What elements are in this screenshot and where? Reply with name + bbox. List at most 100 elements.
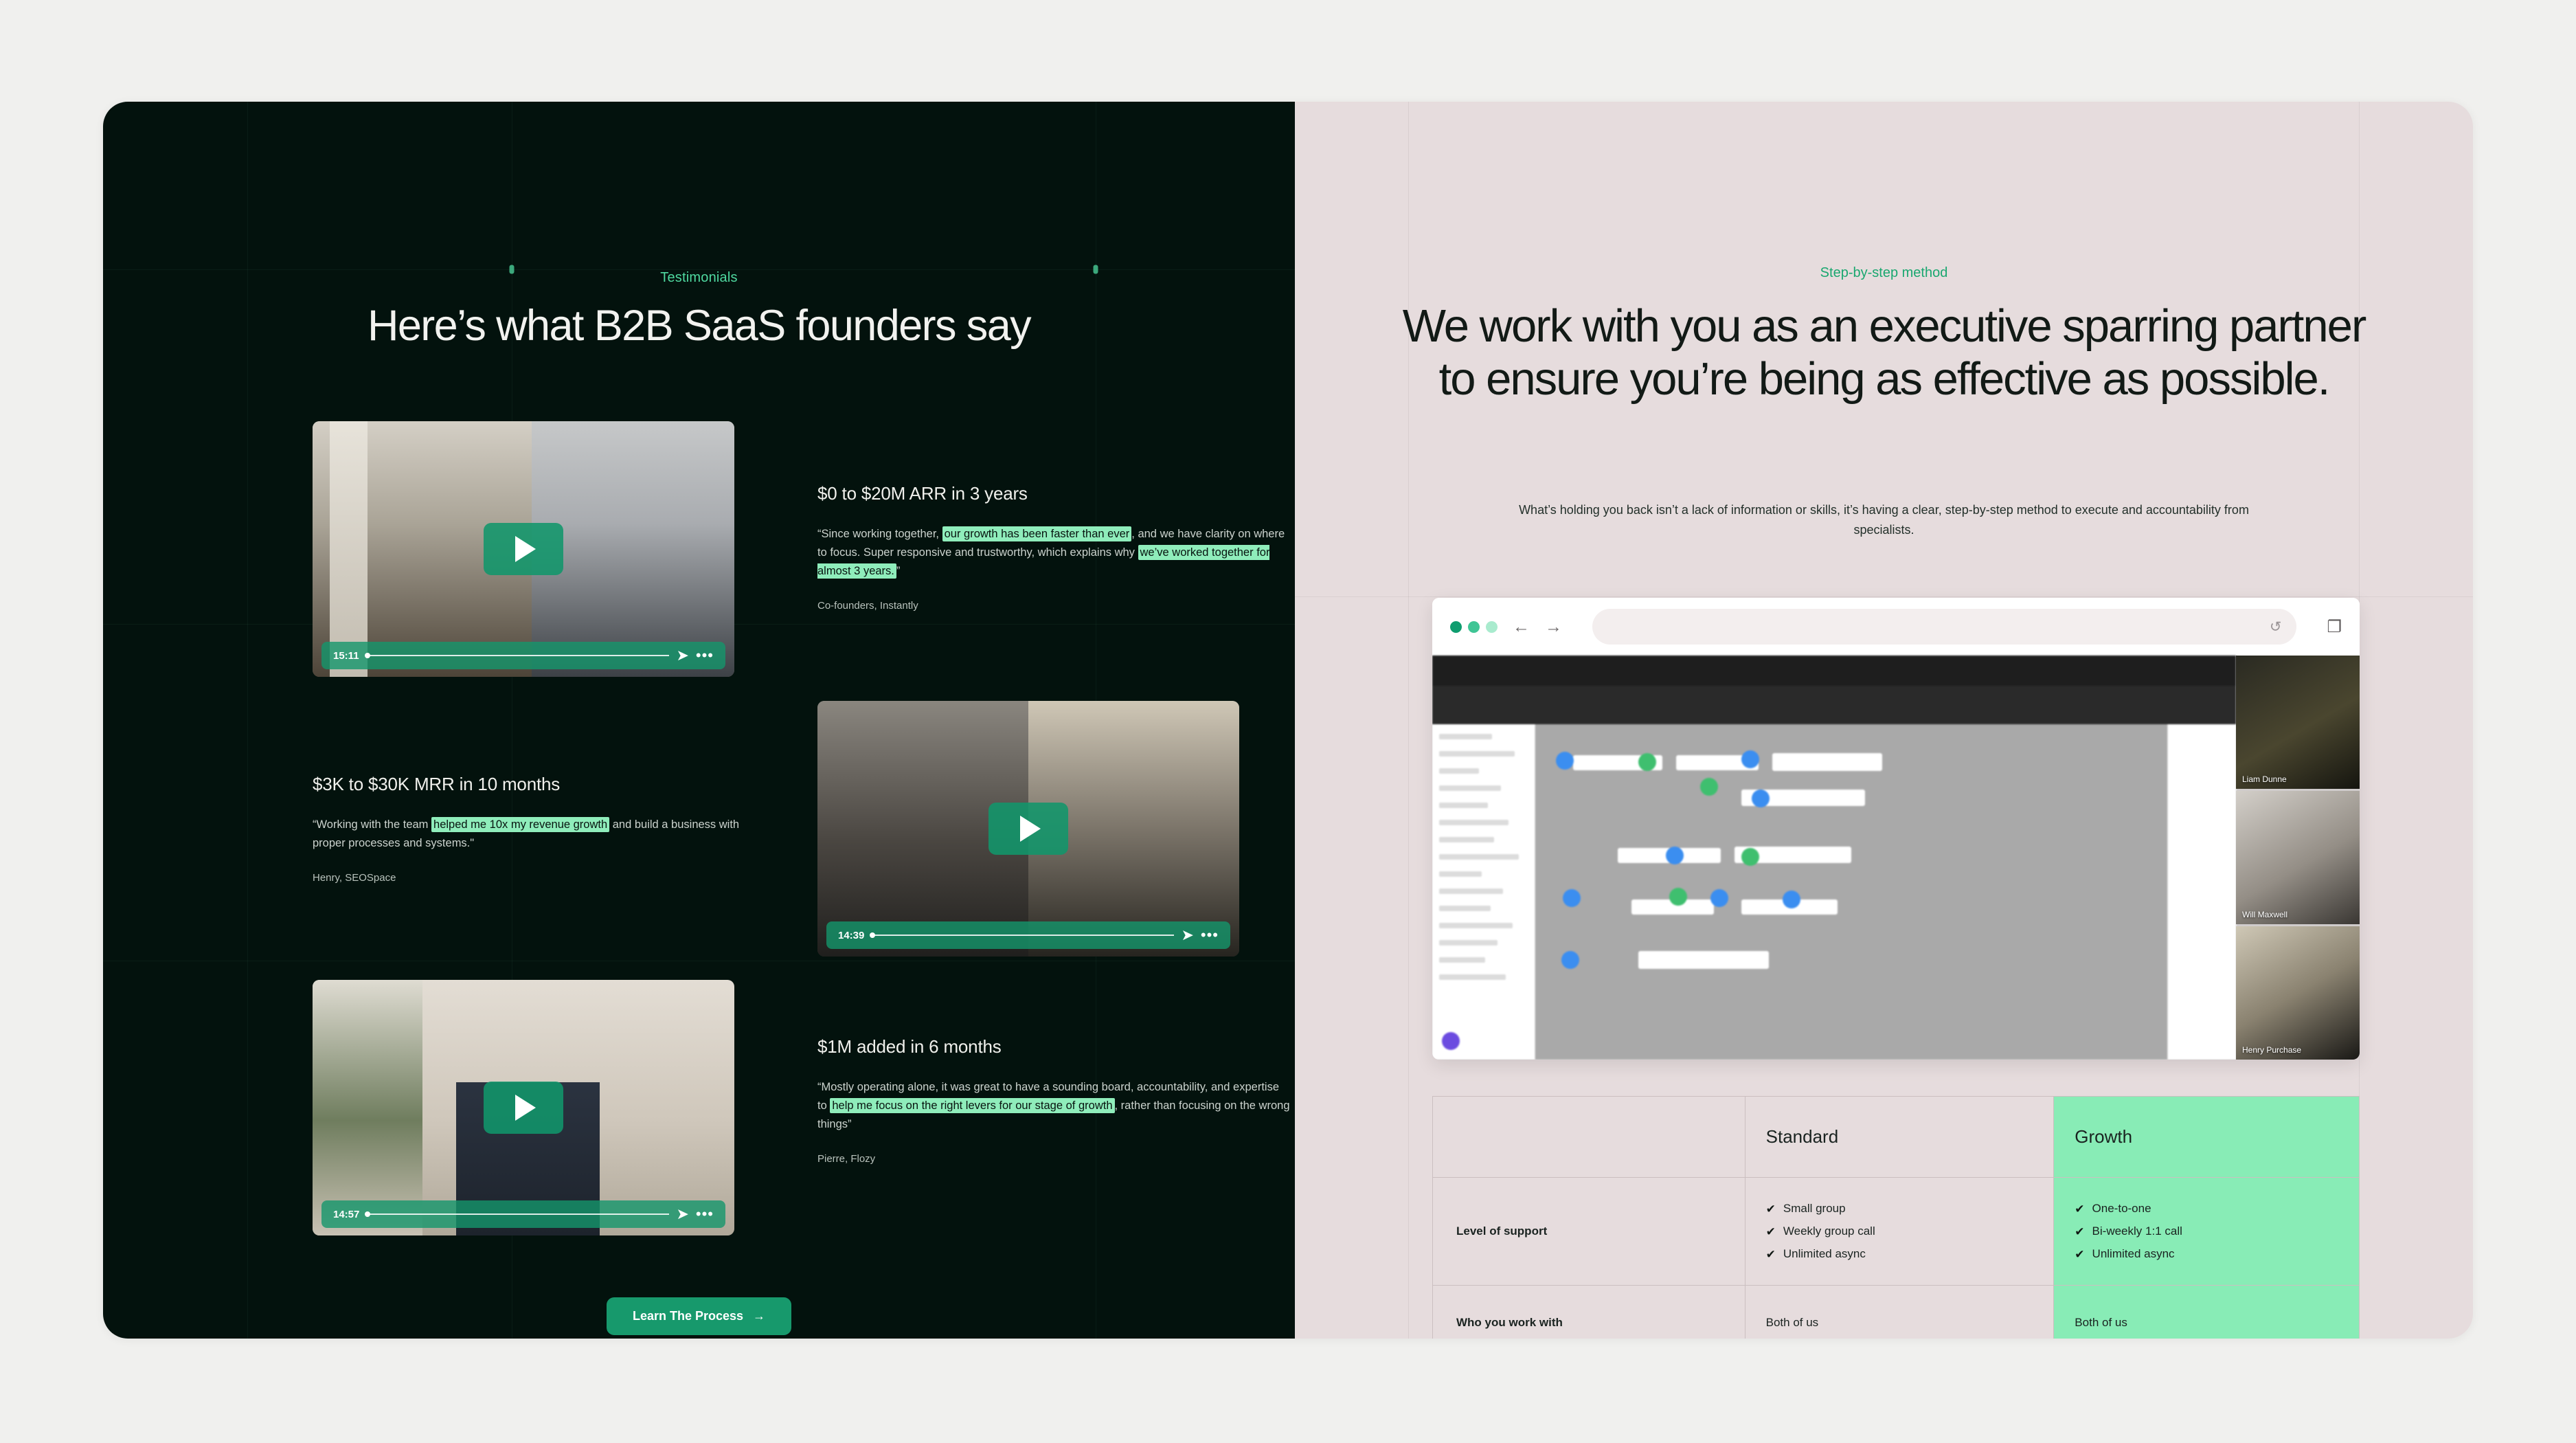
video-thumbnail-3[interactable]: 14:57 ➤ ••• [313,980,734,1235]
testimonial-quote-2: “Working with the team helped me 10x my … [313,817,740,849]
quote-highlight: our growth has been faster than ever [942,526,1132,541]
play-button-1[interactable] [484,523,563,575]
participant-tiles: Liam Dunne Will Maxwell Henry Purchase [2236,656,2360,1060]
testimonial-title-2: $3K to $30K MRR in 10 months [313,774,561,794]
testimonial-card-1: 15:11 ➤ ••• [313,421,734,677]
participant-tile[interactable]: Will Maxwell [2236,791,2360,924]
testimonial-copy-1: $0 to $20M ARR in 3 years “Since working… [817,483,1291,612]
window-controls[interactable] [1450,620,1498,633]
play-button-3[interactable] [484,1082,563,1134]
method-headline: We work with you as an executive sparrin… [1402,300,2367,405]
testimonial-author-1: Co-founders, Instantly [817,599,918,612]
testimonials-eyebrow: Testimonials [660,270,738,285]
testimonial-quote-3: “Mostly operating alone, it was great to… [817,1081,1290,1130]
table-row: Level of support ✔ Small group ✔ Weekly gr… [1432,1177,2360,1286]
cell-growth: ✔ One-to-one ✔ Bi-weekly 1:1 call ✔ Unlimit… [2053,1177,2360,1286]
table-corner-cell [1432,1096,1745,1178]
feature-label: Unlimited async [1783,1247,1866,1260]
participant-name: Henry Purchase [2242,1045,2302,1055]
quote-highlight: helped me 10x my revenue growth [431,817,610,832]
reload-icon[interactable]: ↺ [2270,618,2282,636]
check-badge-icon: ✔ [2075,1202,2085,1216]
check-badge-icon: ✔ [2075,1224,2085,1238]
testimonial-author-2: Henry, SEOSpace [313,871,396,884]
column-header-growth: Growth [2053,1096,2360,1178]
video-controls-2[interactable]: 14:39 ➤ ••• [826,921,1230,949]
check-badge-icon: ✔ [2075,1247,2085,1261]
testimonial-card-3: 14:57 ➤ ••• [313,980,734,1235]
quote-highlight: help me focus on the right levers for ou… [830,1097,1115,1113]
method-subtext: What’s holding you back isn’t a lack of … [1519,503,2249,537]
feature-item: ✔ Unlimited async [1766,1247,2033,1261]
feature-label: Unlimited async [2092,1247,2175,1260]
participant-tile[interactable]: Henry Purchase [2236,926,2360,1060]
row-label: Who you work with [1432,1285,1745,1339]
share-right-rail [2167,724,2236,1060]
page-stage: Testimonials Here’s what B2B SaaS founde… [103,102,2473,1339]
share-canvas [1535,724,2167,1060]
minimize-light-icon [1468,620,1480,633]
address-bar[interactable]: ↺ [1592,609,2297,645]
video-progress-1[interactable] [364,653,670,658]
arrow-right-icon: → [753,1309,766,1323]
feature-label: Small group [1783,1202,1846,1215]
participant-tile[interactable]: Liam Dunne [2236,656,2360,789]
feature-item: ✔ Bi-weekly 1:1 call [2075,1224,2338,1238]
feature-label: One-to-one [2092,1202,2151,1215]
testimonial-author-3: Pierre, Flozy [817,1152,876,1165]
cell-growth: Both of us [2053,1285,2360,1339]
check-badge-icon: ✔ [1765,1247,1776,1261]
row-label: Level of support [1432,1177,1745,1286]
method-eyebrow: Step-by-step method [1820,265,1948,280]
testimonial-copy-3: $1M added in 6 months “Mostly operating … [817,1036,1291,1165]
testimonial-card-2: 14:39 ➤ ••• [817,701,1239,957]
sendspark-logo-icon: ➤ [676,1205,689,1222]
video-timestamp-2: 14:39 [838,929,865,941]
table-header-row: Standard Growth [1432,1096,2360,1178]
video-menu-icon-3[interactable]: ••• [696,1207,714,1222]
testimonial-copy-2: $3K to $30K MRR in 10 months “Working wi… [313,774,766,884]
testimonial-title-1: $0 to $20M ARR in 3 years [817,483,1028,504]
maximize-light-icon [1486,620,1498,633]
browser-viewport: Liam Dunne Will Maxwell Henry Purchase [1432,656,2360,1060]
share-sidebar [1432,724,1535,1060]
learn-the-process-button[interactable]: Learn The Process → [606,1297,792,1335]
video-thumbnail-2[interactable]: 14:39 ➤ ••• [817,701,1239,957]
participant-name: Will Maxwell [2242,910,2287,919]
feature-label: Weekly group call [1783,1224,1875,1238]
video-controls-3[interactable]: 14:57 ➤ ••• [321,1200,725,1228]
testimonial-quote-1: “Since working together, our growth has … [817,526,1285,579]
testimonials-panel: Testimonials Here’s what B2B SaaS founde… [103,102,1295,1339]
feature-item: ✔ Unlimited async [2075,1247,2338,1261]
video-menu-icon-2[interactable]: ••• [1201,928,1219,943]
feature-item: ✔ Small group [1766,1202,2033,1216]
column-header-standard: Standard [1744,1096,2055,1178]
back-arrow-icon[interactable]: ← [1513,618,1530,636]
table-row: Who you work with Both of us Both of us [1432,1285,2360,1339]
video-progress-3[interactable] [365,1211,670,1217]
browser-toolbar: ← → ↺ ❐ [1432,598,2360,656]
video-controls-1[interactable]: 15:11 ➤ ••• [321,642,725,669]
method-panel: Step-by-step method We work with you as … [1295,102,2473,1339]
sendspark-logo-icon: ➤ [676,647,689,664]
video-menu-icon-1[interactable]: ••• [696,648,714,663]
cell-standard: ✔ Small group ✔ Weekly group call ✔ Unlimit… [1744,1177,2055,1286]
feature-item: ✔ Weekly group call [1766,1224,2033,1238]
cta-label: Learn The Process [632,1309,744,1323]
cell-standard: Both of us [1744,1285,2055,1339]
close-light-icon [1450,620,1462,633]
check-badge-icon: ✔ [1765,1224,1776,1238]
check-badge-icon: ✔ [1765,1202,1776,1216]
feature-item: ✔ One-to-one [2075,1202,2338,1216]
video-timestamp-1: 15:11 [333,649,359,662]
testimonials-headline: Here’s what B2B SaaS founders say [367,302,1032,350]
forward-arrow-icon[interactable]: → [1545,618,1562,636]
play-button-2[interactable] [988,803,1068,855]
browser-mockup: ← → ↺ ❐ Liam Dunne Will Maxwell Henry Pu… [1432,598,2360,1060]
video-progress-2[interactable] [870,932,1175,938]
video-thumbnail-1[interactable]: 15:11 ➤ ••• [313,421,734,677]
cast-icon[interactable]: ❐ [2327,617,2342,637]
cta-section: Learn The Process → Rated 4.9/5 by 50+ S… [103,1297,1295,1339]
video-timestamp-3: 14:57 [333,1208,360,1220]
screen-share-area [1432,656,2236,1060]
